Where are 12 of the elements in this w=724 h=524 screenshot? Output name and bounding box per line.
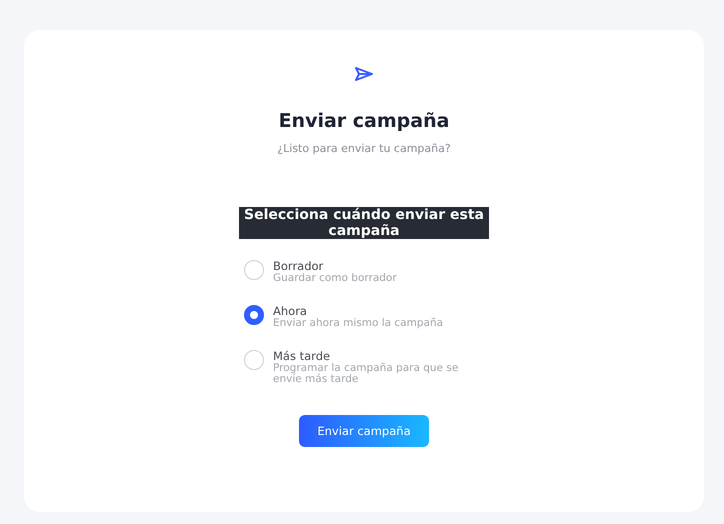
schedule-heading: Selecciona cuándo enviar esta campaña: [239, 207, 489, 239]
option-description: Programar la campaña para que se envíe más tarde: [273, 363, 460, 385]
option-description: Guardar como borrador: [273, 273, 398, 284]
dialog-title: Enviar campaña: [278, 110, 450, 132]
dialog-subtitle: ¿Listo para enviar tu campaña?: [277, 142, 451, 155]
option-label: Borrador: [273, 259, 324, 273]
option-label: Ahora: [273, 304, 308, 318]
send-icon: [354, 66, 374, 82]
send-campaign-button[interactable]: Enviar campaña: [299, 415, 429, 447]
radio-button[interactable]: [244, 305, 264, 325]
option-description: Enviar ahora mismo la campaña: [273, 318, 444, 329]
option-label: Más tarde: [273, 349, 332, 363]
